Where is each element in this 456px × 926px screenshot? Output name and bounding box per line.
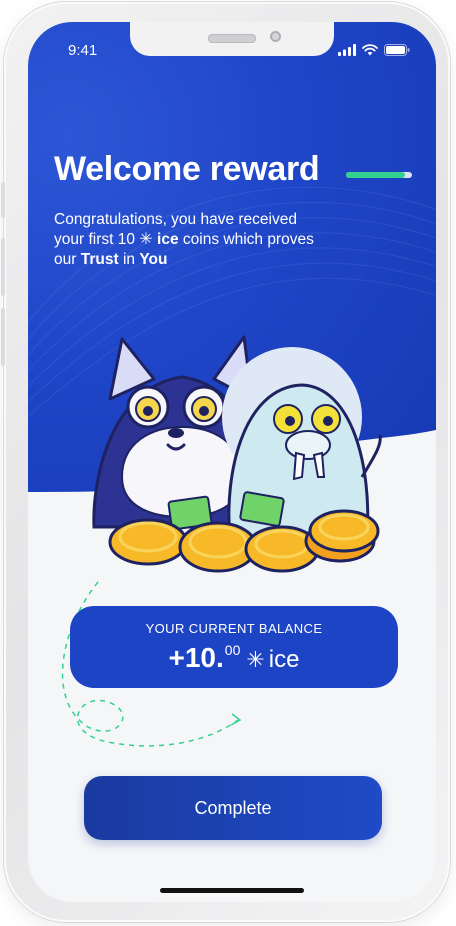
balance-decimals: 00 [224, 642, 241, 658]
mascots-illustration [92, 335, 382, 573]
ice-coin-icon: ✳ [246, 647, 265, 672]
page-title: Welcome reward [54, 150, 320, 188]
balance-unit: ice [268, 646, 300, 673]
app-screen: 9:41 Welcome reward Congratulations, you… [28, 22, 436, 902]
phone-side-button [1, 182, 5, 218]
phone-frame: 9:41 Welcome reward Congratulations, you… [1, 2, 450, 922]
balance-value: +10.00 ✳ ice [70, 642, 398, 674]
description-trust: Trust [80, 251, 119, 268]
balance-integer: +10. [168, 642, 224, 673]
description-post: coins which proves [182, 231, 314, 248]
device-notch [130, 22, 334, 56]
front-camera [270, 31, 281, 42]
description-pre: your first 10 [54, 231, 135, 248]
cellular-signal-icon [338, 44, 356, 56]
phone-volume-up [1, 238, 5, 296]
balance-card: YOUR CURRENT BALANCE +10.00 ✳ ice [70, 606, 398, 688]
description-ice: ice [157, 231, 179, 248]
status-time: 9:41 [68, 42, 98, 59]
description-line3-mid: in [122, 251, 136, 268]
balance-label: YOUR CURRENT BALANCE [145, 621, 323, 636]
description-line3-pre: our [54, 251, 77, 268]
description-line-1: Congratulations, you have received [54, 211, 297, 228]
onboarding-progress-fill [346, 172, 406, 178]
complete-button[interactable]: Complete [84, 776, 382, 840]
phone-volume-down [1, 308, 5, 366]
reward-description: Congratulations, you have received your … [54, 210, 354, 270]
speaker-grille [208, 34, 256, 43]
wifi-icon [362, 44, 378, 56]
description-you: You [139, 251, 168, 268]
status-icons [338, 44, 410, 56]
onboarding-progress [346, 172, 412, 178]
home-indicator[interactable] [160, 888, 304, 893]
battery-icon [384, 44, 410, 56]
ice-coin-icon: ✳ [139, 231, 153, 248]
